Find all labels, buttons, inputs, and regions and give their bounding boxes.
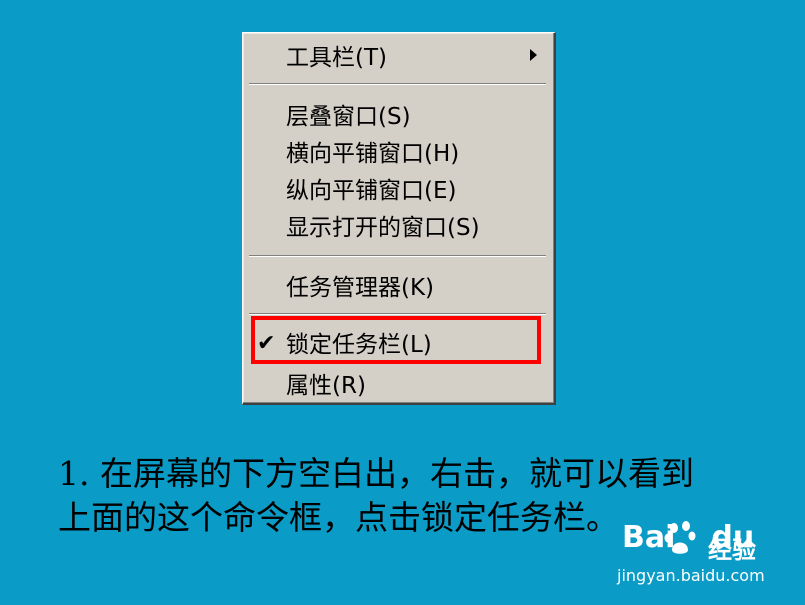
menu-item-toolbars[interactable]: 工具栏(T) [243, 38, 554, 72]
watermark-url: jingyan.baidu.com [617, 566, 765, 585]
menu-item-label: 任务管理器(K) [286, 275, 435, 301]
submenu-arrow-icon [530, 49, 537, 61]
lock-taskbar-highlight-box [251, 316, 541, 364]
menu-item-properties[interactable]: 属性(R) [243, 366, 554, 400]
caption-line-1: 1. 在屏幕的下方空白出，右击，就可以看到 [58, 454, 694, 493]
menu-item-label: 横向平铺窗口(H) [286, 141, 460, 167]
menu-item-label: 纵向平铺窗口(E) [286, 178, 457, 204]
jingyan-brand-text: 经验 [708, 536, 756, 564]
menu-item-label: 属性(R) [286, 373, 366, 399]
menu-item-label: 层叠窗口(S) [286, 104, 411, 130]
menu-item-task-manager[interactable]: 任务管理器(K) [243, 268, 554, 302]
menu-separator [249, 313, 546, 315]
menu-item-label: 显示打开的窗口(S) [286, 215, 480, 241]
menu-separator [249, 255, 546, 257]
baidu-jingyan-watermark: Bai du 经验 jingyan.baidu.com [612, 518, 772, 588]
menu-item-show-desktop-windows[interactable]: 显示打开的窗口(S) [243, 208, 554, 242]
menu-item-cascade-windows[interactable]: 层叠窗口(S) [243, 97, 554, 131]
menu-item-tile-vertically[interactable]: 纵向平铺窗口(E) [243, 171, 554, 205]
menu-separator [249, 83, 546, 85]
baidu-paw-icon [664, 521, 696, 554]
menu-item-tile-horizontally[interactable]: 横向平铺窗口(H) [243, 134, 554, 168]
menu-item-label: 工具栏(T) [286, 45, 387, 71]
